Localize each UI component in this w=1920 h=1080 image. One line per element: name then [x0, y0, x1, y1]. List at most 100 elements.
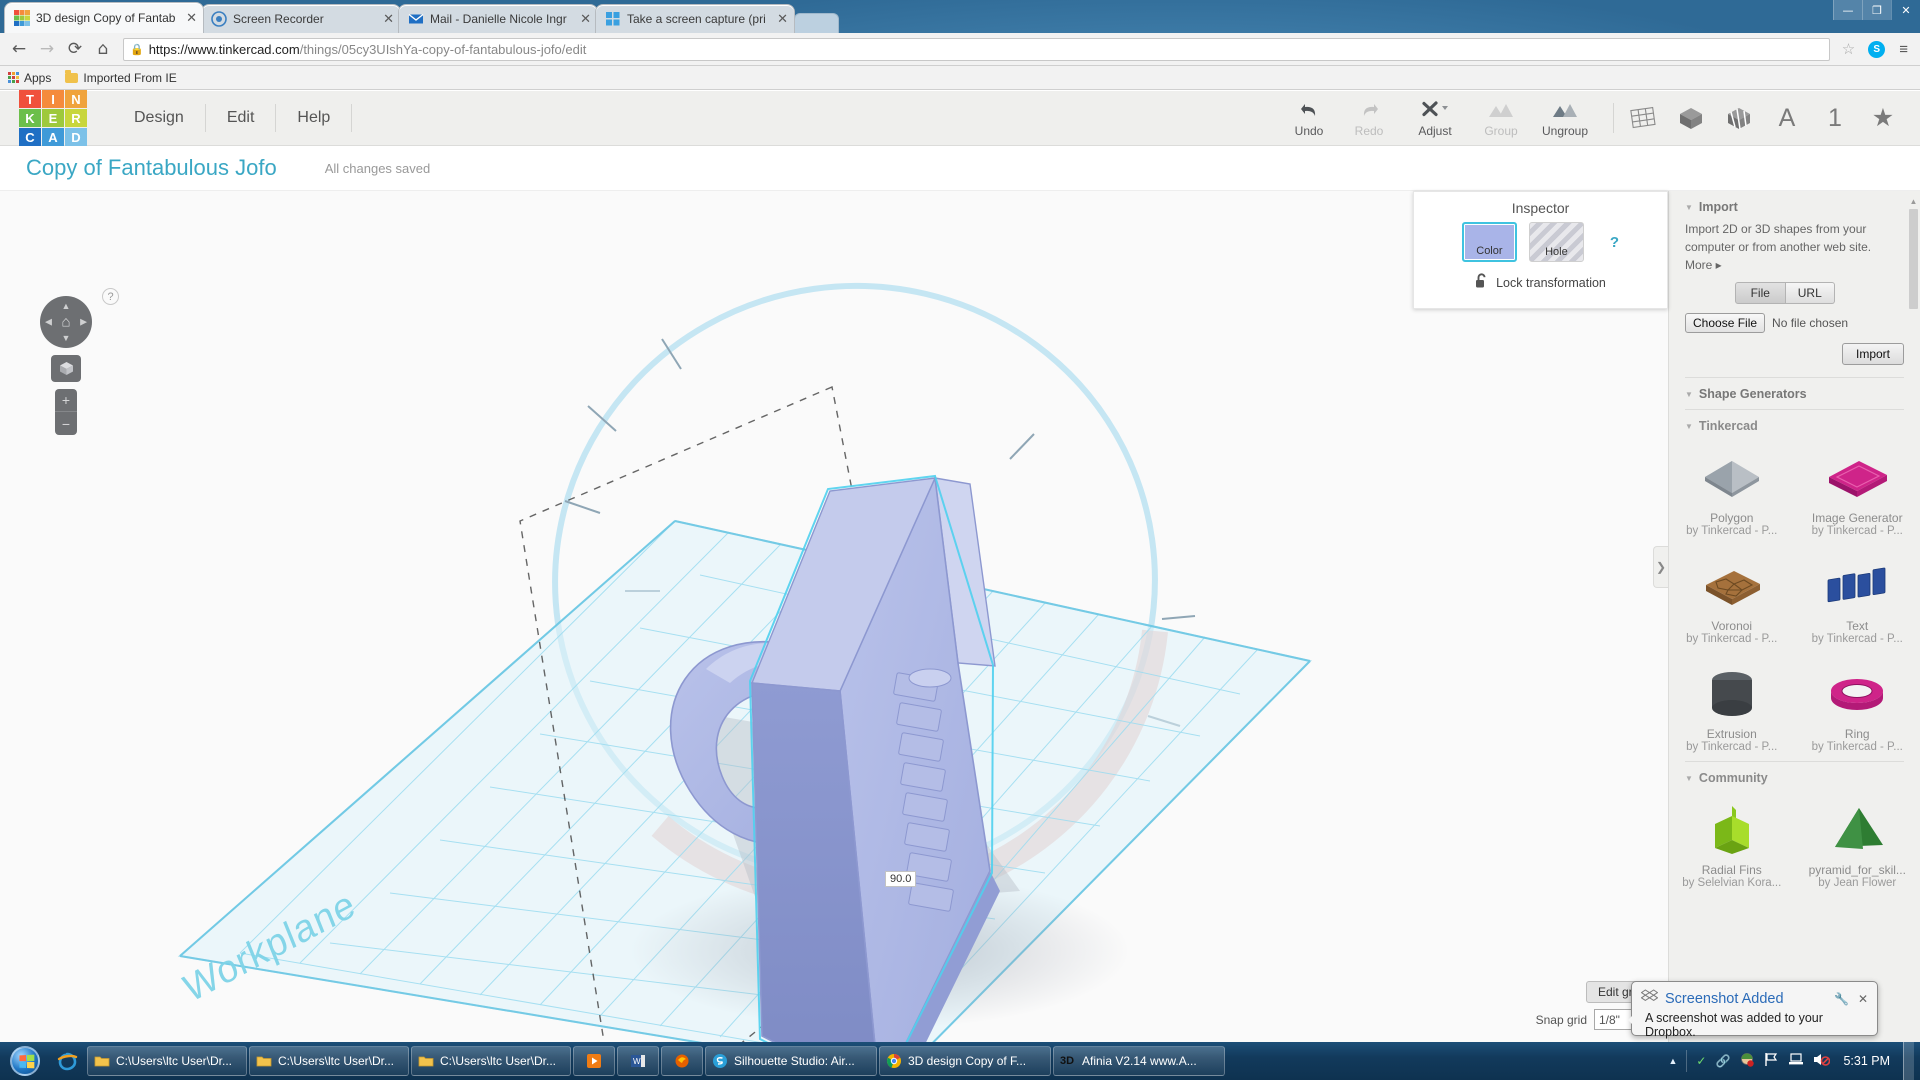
bookmark-star-icon[interactable]: ☆: [1837, 40, 1860, 58]
show-hidden-icons-button[interactable]: ▲: [1669, 1056, 1678, 1066]
3d-scene[interactable]: [0, 191, 1668, 1042]
scroll-up-icon[interactable]: ▲: [1909, 197, 1918, 206]
shape-item-ring[interactable]: Ring by Tinkercad - P...: [1795, 653, 1920, 761]
tab-close-icon[interactable]: ✕: [379, 11, 394, 27]
close-button[interactable]: ✕: [1891, 0, 1920, 20]
box-icon[interactable]: [1676, 103, 1706, 133]
start-button[interactable]: [2, 1044, 48, 1078]
taskbar-clock[interactable]: 5:31 PM: [1839, 1054, 1894, 1068]
import-button[interactable]: Import: [1841, 343, 1904, 365]
orbit-left-icon[interactable]: ◀: [45, 317, 52, 328]
tab-close-icon[interactable]: ✕: [773, 11, 788, 27]
menu-design[interactable]: Design: [113, 101, 205, 135]
quicklaunch-internet-explorer[interactable]: [48, 1050, 86, 1072]
menu-help[interactable]: Help: [276, 101, 351, 135]
bookmark-apps[interactable]: Apps: [8, 71, 51, 85]
group-button[interactable]: Group: [1471, 99, 1531, 138]
workplane-icon[interactable]: [1628, 103, 1658, 133]
back-icon[interactable]: ←: [6, 36, 32, 62]
forward-icon[interactable]: →: [34, 36, 60, 62]
taskbar-item-chrome[interactable]: 3D design Copy of F...: [879, 1046, 1051, 1076]
checkmark-icon[interactable]: ✓: [1696, 1054, 1706, 1068]
maximize-button[interactable]: ❐: [1862, 0, 1891, 20]
help-icon[interactable]: ?: [102, 288, 119, 305]
import-heading[interactable]: ▼ Import: [1685, 191, 1904, 220]
taskbar-item-word[interactable]: W: [617, 1046, 659, 1076]
shape-item-radial-fins[interactable]: Radial Fins by Selelvian Kora...: [1669, 789, 1795, 897]
home-view-icon[interactable]: ⌂: [61, 314, 70, 331]
import-more-link[interactable]: More ▸: [1685, 258, 1904, 272]
browser-tab-0[interactable]: 3D design Copy of Fantab ✕: [4, 2, 204, 33]
lock-transformation-row[interactable]: Lock transformation: [1414, 273, 1667, 292]
menu-edit[interactable]: Edit: [206, 101, 276, 135]
view-navigation-widget[interactable]: ? ▲ ▼ ◀ ▶ ⌂ + −: [40, 288, 119, 435]
tinkercad-group-heading[interactable]: ▼ Tinkercad: [1669, 410, 1920, 437]
minimize-button[interactable]: —: [1833, 0, 1862, 20]
tab-close-icon[interactable]: ✕: [576, 11, 591, 27]
skype-icon[interactable]: S: [1868, 40, 1886, 58]
right-panel[interactable]: ▼ Import Import 2D or 3D shapes from you…: [1668, 191, 1920, 1042]
hole-swatch-button[interactable]: Hole: [1528, 222, 1584, 262]
tinkercad-logo[interactable]: T I N K E R C A D: [19, 90, 87, 146]
choose-file-button[interactable]: Choose File: [1685, 313, 1766, 333]
shape-item-image-generator[interactable]: Image Generator by Tinkercad - P...: [1795, 437, 1920, 545]
undo-button[interactable]: Undo: [1279, 99, 1339, 138]
taskbar-item-vlc[interactable]: [573, 1046, 615, 1076]
volume-muted-icon[interactable]: [1813, 1052, 1831, 1070]
text-icon[interactable]: A: [1772, 103, 1802, 133]
tab-url[interactable]: URL: [1785, 282, 1835, 304]
avatar-icon[interactable]: [1739, 1052, 1755, 1071]
browser-tab-3[interactable]: Take a screen capture (pri ✕: [595, 4, 795, 33]
dropbox-notification[interactable]: Screenshot Added 🔧 ✕ A screenshot was ad…: [1628, 981, 1878, 1039]
taskbar-item-0[interactable]: C:\Users\ltc User\Dr...: [87, 1046, 247, 1076]
browser-tab-1[interactable]: Screen Recorder ✕: [201, 4, 401, 33]
orbit-down-icon[interactable]: ▼: [62, 333, 71, 343]
flag-icon[interactable]: [1764, 1052, 1779, 1070]
view-orbit-disc[interactable]: ▲ ▼ ◀ ▶ ⌂: [40, 296, 92, 348]
zoom-in-button[interactable]: +: [55, 389, 77, 412]
adjust-button[interactable]: Adjust: [1399, 99, 1471, 138]
tab-file[interactable]: File: [1735, 282, 1786, 304]
taskbar-item-silhouette[interactable]: Silhouette Studio: Air...: [705, 1046, 877, 1076]
home-icon[interactable]: ⌂: [90, 36, 116, 62]
orbit-right-icon[interactable]: ▶: [80, 317, 87, 328]
ungroup-button[interactable]: Ungroup: [1531, 99, 1599, 138]
show-desktop-button[interactable]: [1903, 1042, 1914, 1080]
3d-viewport[interactable]: Workplane 90.0 ? ▲ ▼ ◀ ▶ ⌂ + − Edit grid…: [0, 191, 1668, 1042]
shape-item-text[interactable]: Text by Tinkercad - P...: [1795, 545, 1920, 653]
inspector-help-icon[interactable]: ?: [1610, 234, 1619, 251]
panel-scrollbar[interactable]: ▲: [1909, 197, 1918, 1040]
shape-item-extrusion[interactable]: Extrusion by Tinkercad - P...: [1669, 653, 1795, 761]
favorites-icon[interactable]: ★: [1868, 103, 1898, 133]
network-icon[interactable]: [1788, 1052, 1804, 1070]
number-icon[interactable]: 1: [1820, 103, 1850, 133]
color-swatch-button[interactable]: Color: [1461, 222, 1517, 262]
zoom-controls[interactable]: + −: [55, 389, 77, 435]
address-bar[interactable]: 🔒 https://www.tinkercad.com /things/05cy…: [123, 37, 1830, 61]
close-icon[interactable]: ✕: [1858, 992, 1868, 1006]
panel-collapse-handle[interactable]: ❯: [1653, 545, 1668, 588]
redo-button[interactable]: Redo: [1339, 99, 1399, 138]
shape-item-voronoi[interactable]: Voronoi by Tinkercad - P...: [1669, 545, 1795, 653]
community-group-heading[interactable]: ▼ Community: [1669, 762, 1920, 789]
wrench-icon[interactable]: 🔧: [1834, 992, 1849, 1006]
taskbar-item-afinia[interactable]: 3D Afinia V2.14 www.A...: [1053, 1046, 1225, 1076]
page-title[interactable]: Copy of Fantabulous Jofo: [26, 155, 277, 181]
browser-tab-2[interactable]: Mail - Danielle Nicole Ingr ✕: [398, 4, 598, 33]
chrome-menu-icon[interactable]: ≡: [1893, 41, 1914, 58]
scrollbar-thumb[interactable]: [1909, 209, 1918, 309]
shape-generators-heading[interactable]: ▼ Shape Generators: [1669, 378, 1920, 407]
taskbar-item-firefox[interactable]: [661, 1046, 703, 1076]
link-icon[interactable]: 🔗: [1715, 1054, 1730, 1068]
orbit-up-icon[interactable]: ▲: [62, 301, 71, 311]
taskbar-item-2[interactable]: C:\Users\ltc User\Dr...: [411, 1046, 571, 1076]
bookmark-imported-from-ie[interactable]: Imported From IE: [65, 69, 177, 85]
dimension-label[interactable]: 90.0: [885, 871, 917, 887]
shapes-icon[interactable]: [1724, 103, 1754, 133]
new-tab-button[interactable]: [794, 13, 839, 33]
fit-view-button[interactable]: [51, 355, 81, 382]
shape-item-polygon[interactable]: Polygon by Tinkercad - P...: [1669, 437, 1795, 545]
taskbar-item-1[interactable]: C:\Users\ltc User\Dr...: [249, 1046, 409, 1076]
reload-icon[interactable]: ⟳: [62, 36, 88, 62]
shape-item-pyramid[interactable]: pyramid_for_skil... by Jean Flower: [1795, 789, 1920, 897]
